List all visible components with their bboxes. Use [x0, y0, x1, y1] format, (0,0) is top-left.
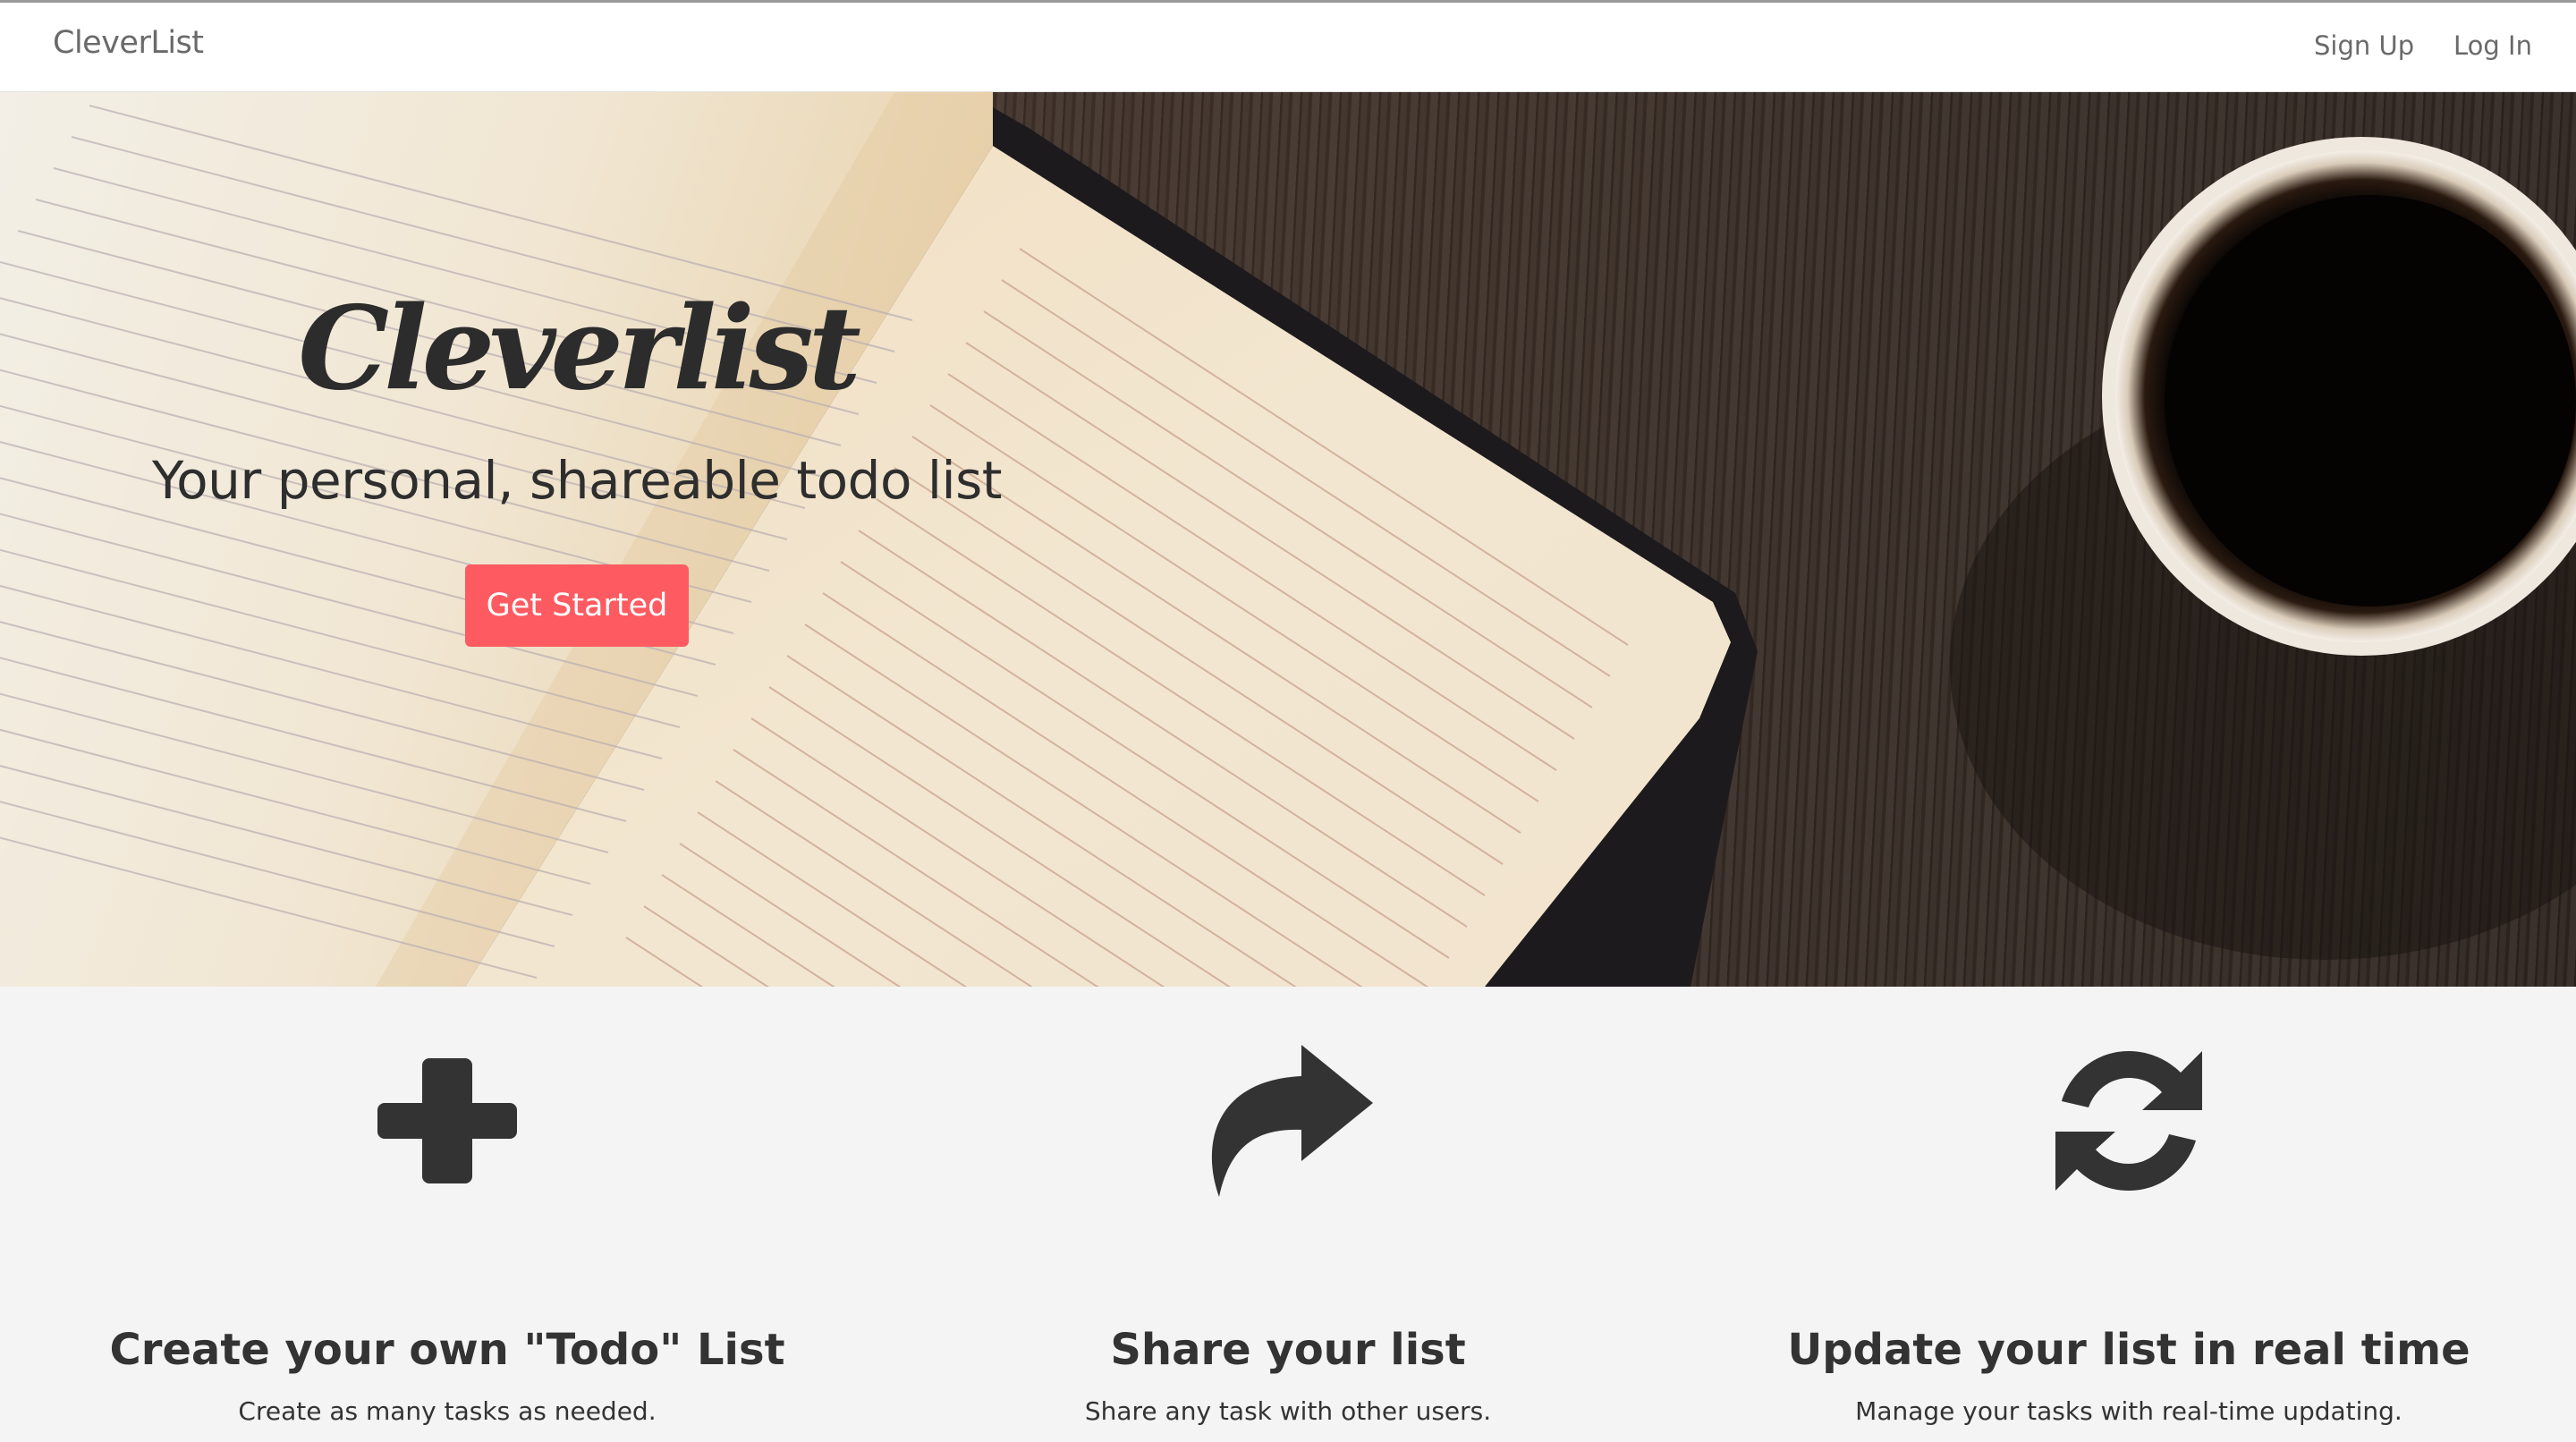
hero-section: Cleverlist Your personal, shareable todo…: [0, 92, 2576, 987]
hero-background-image: [0, 92, 2576, 987]
feature-share: Share your list Share any task with othe…: [859, 987, 1717, 1442]
top-navbar: CleverList Sign Up Log In: [0, 0, 2576, 92]
feature-title: Create your own "Todo" List: [109, 1325, 785, 1375]
share-icon: [1211, 1045, 1373, 1197]
hero-title: Cleverlist: [298, 282, 861, 416]
feature-description: Create as many tasks as needed.: [238, 1396, 657, 1426]
sync-icon: [2055, 1051, 2202, 1191]
feature-title: Share your list: [1110, 1325, 1466, 1375]
sign-up-link[interactable]: Sign Up: [2314, 30, 2414, 61]
feature-title: Update your list in real time: [1787, 1325, 2470, 1375]
feature-description: Manage your tasks with real-time updatin…: [1855, 1396, 2402, 1426]
feature-sync: Update your list in real time Manage you…: [1699, 987, 2558, 1442]
feature-description: Share any task with other users.: [1084, 1396, 1492, 1426]
get-started-button[interactable]: Get Started: [465, 564, 689, 647]
brand-link[interactable]: CleverList: [53, 25, 204, 61]
plus-icon: [377, 1058, 517, 1183]
log-in-link[interactable]: Log In: [2453, 30, 2532, 61]
feature-create: Create your own "Todo" List Create as ma…: [18, 987, 877, 1442]
features-section: Create your own "Todo" List Create as ma…: [0, 987, 2576, 1442]
hero-subtitle: Your personal, shareable todo list: [151, 450, 1003, 511]
